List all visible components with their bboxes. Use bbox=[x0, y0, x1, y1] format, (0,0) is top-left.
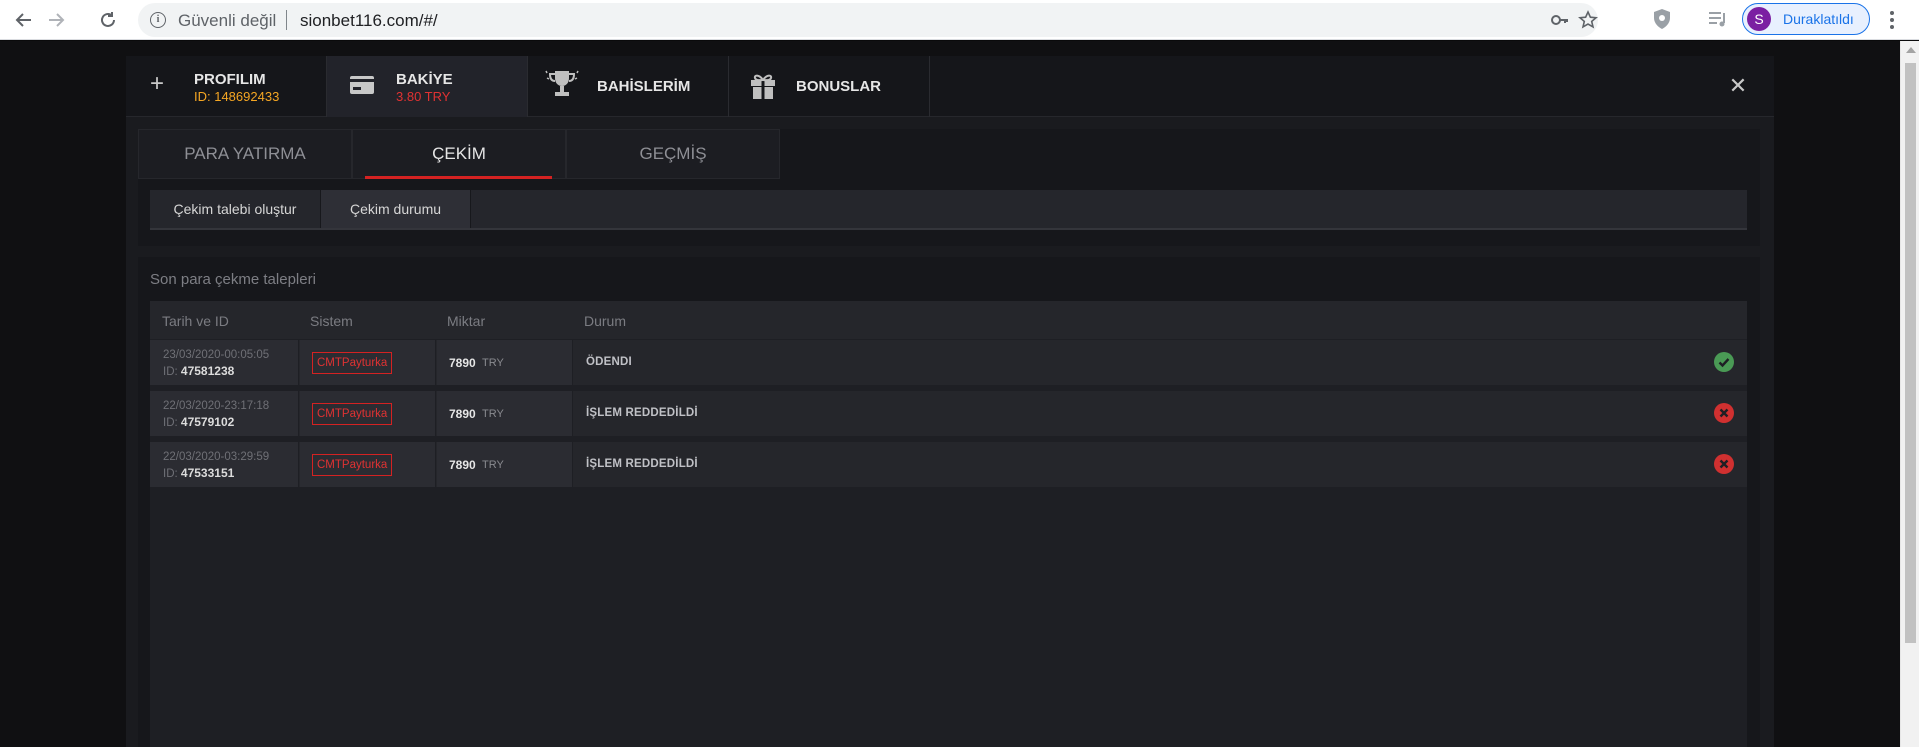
security-label[interactable]: Güvenli değil bbox=[178, 11, 276, 31]
status-text: ÖDENDI bbox=[586, 356, 632, 368]
amount-currency: TRY bbox=[482, 357, 504, 369]
amount-value: 7890 bbox=[449, 458, 476, 472]
tab-balance-title: BAKİYE bbox=[396, 71, 453, 88]
amount-value: 7890 bbox=[449, 356, 476, 370]
menu-kebab-icon[interactable] bbox=[1882, 6, 1902, 34]
withdraw-subtabs: Çekim talebi oluştur Çekim durumu bbox=[150, 190, 1747, 230]
back-arrow-icon[interactable] bbox=[10, 6, 38, 34]
cell-amount: 7890 TRY bbox=[437, 391, 573, 436]
tab-history[interactable]: GEÇMİŞ bbox=[566, 129, 780, 179]
subtab-request-status[interactable]: Çekim durumu bbox=[321, 190, 471, 228]
scroll-thumb[interactable] bbox=[1905, 63, 1916, 643]
address-separator bbox=[286, 10, 287, 30]
tab-bonuses[interactable]: BONUSLAR bbox=[729, 56, 930, 117]
cell-date-id: 22/03/2020-03:29:59 ID: 47533151 bbox=[150, 442, 299, 487]
table-header: Tarih ve ID Sistem Miktar Durum bbox=[150, 301, 1747, 339]
profile-status-label: Duraklatıldı bbox=[1783, 11, 1854, 27]
tab-my-bets[interactable]: BAHİSLERİM bbox=[528, 56, 729, 117]
cell-system: CMTPayturka bbox=[300, 442, 436, 487]
account-modal: + PROFILIM ID: 148692433 BAKİYE 3.80 TRY… bbox=[126, 56, 1774, 747]
active-tab-indicator bbox=[365, 176, 552, 179]
shield-extension-icon[interactable] bbox=[1650, 7, 1674, 31]
profile-button[interactable]: S Duraklatıldı bbox=[1742, 3, 1870, 35]
scroll-up-arrow-icon[interactable] bbox=[1906, 47, 1916, 53]
modal-header: + PROFILIM ID: 148692433 BAKİYE 3.80 TRY… bbox=[126, 56, 1774, 117]
tab-bonuses-title: BONUSLAR bbox=[796, 78, 881, 95]
request-id: ID: 47579102 bbox=[163, 415, 235, 429]
trophy-icon bbox=[544, 68, 580, 105]
column-date-id: Tarih ve ID bbox=[162, 313, 229, 329]
tab-withdraw[interactable]: ÇEKİM bbox=[352, 129, 566, 179]
tab-profile[interactable]: + PROFILIM ID: 148692433 bbox=[126, 56, 327, 117]
tab-balance[interactable]: BAKİYE 3.80 TRY bbox=[327, 56, 528, 117]
close-circle-icon bbox=[1714, 403, 1734, 423]
tab-profile-id: ID: 148692433 bbox=[194, 89, 280, 104]
tab-profile-title: PROFILIM bbox=[194, 71, 266, 88]
table-row[interactable]: 22/03/2020-23:17:18 ID: 47579102 CMTPayt… bbox=[150, 391, 1747, 436]
column-amount: Miktar bbox=[447, 313, 486, 329]
cell-date-id: 23/03/2020-00:05:05 ID: 47581238 bbox=[150, 340, 299, 385]
amount-currency: TRY bbox=[482, 408, 504, 420]
amount-value: 7890 bbox=[449, 407, 476, 421]
amount-currency: TRY bbox=[482, 459, 504, 471]
section-title: Son para çekme talepleri bbox=[150, 271, 316, 288]
key-icon[interactable] bbox=[1550, 10, 1570, 35]
request-date: 23/03/2020-00:05:05 bbox=[163, 349, 270, 361]
close-icon[interactable]: ✕ bbox=[1726, 74, 1750, 98]
request-date: 22/03/2020-03:29:59 bbox=[163, 451, 270, 463]
page-scrollbar[interactable] bbox=[1900, 41, 1919, 747]
forward-arrow-icon[interactable] bbox=[42, 6, 70, 34]
system-badge: CMTPayturka bbox=[312, 454, 393, 476]
cell-system: CMTPayturka bbox=[300, 391, 436, 436]
check-circle-icon bbox=[1714, 352, 1734, 372]
table-row[interactable]: 23/03/2020-00:05:05 ID: 47581238 CMTPayt… bbox=[150, 340, 1747, 385]
tab-my-bets-title: BAHİSLERİM bbox=[597, 78, 691, 95]
gift-icon bbox=[749, 72, 777, 105]
withdraw-requests-panel: Son para çekme talepleri Tarih ve ID Sis… bbox=[138, 257, 1760, 747]
system-badge: CMTPayturka bbox=[312, 352, 393, 374]
star-bookmark-icon[interactable] bbox=[1578, 10, 1598, 35]
status-text: İŞLEM REDDEDİLDİ bbox=[586, 458, 698, 470]
column-status: Durum bbox=[584, 313, 627, 329]
tab-deposit[interactable]: PARA YATIRMA bbox=[138, 129, 352, 179]
cell-amount: 7890 TRY bbox=[437, 340, 573, 385]
plus-icon: + bbox=[150, 70, 165, 97]
table-row[interactable]: 22/03/2020-03:29:59 ID: 47533151 CMTPayt… bbox=[150, 442, 1747, 487]
request-id: ID: 47581238 bbox=[163, 364, 235, 378]
request-date: 22/03/2020-23:17:18 bbox=[163, 400, 270, 412]
column-system: Sistem bbox=[310, 313, 353, 329]
cell-amount: 7890 TRY bbox=[437, 442, 573, 487]
status-text: İŞLEM REDDEDİLDİ bbox=[586, 407, 698, 419]
cell-date-id: 22/03/2020-23:17:18 ID: 47579102 bbox=[150, 391, 299, 436]
reload-icon[interactable] bbox=[94, 6, 122, 34]
subtab-create-request[interactable]: Çekim talebi oluştur bbox=[150, 190, 321, 228]
url-text[interactable]: sionbet116.com/#/ bbox=[300, 11, 438, 31]
withdraw-panel: PARA YATIRMA ÇEKİM GEÇMİŞ Çekim talebi o… bbox=[138, 129, 1760, 246]
avatar: S bbox=[1747, 7, 1771, 31]
wallet-icon bbox=[349, 75, 375, 100]
browser-toolbar: i Güvenli değil sionbet116.com/#/ S Dura… bbox=[0, 0, 1919, 40]
page-background: + PROFILIM ID: 148692433 BAKİYE 3.80 TRY… bbox=[0, 41, 1900, 747]
tab-balance-amount: 3.80 TRY bbox=[396, 89, 451, 104]
system-badge: CMTPayturka bbox=[312, 403, 393, 425]
media-playlist-icon[interactable] bbox=[1706, 7, 1730, 31]
address-bar[interactable]: i Güvenli değil sionbet116.com/#/ bbox=[138, 3, 1598, 37]
withdraw-requests-table: Tarih ve ID Sistem Miktar Durum 23/03/20… bbox=[150, 301, 1747, 747]
cell-system: CMTPayturka bbox=[300, 340, 436, 385]
request-id: ID: 47533151 bbox=[163, 466, 235, 480]
close-circle-icon bbox=[1714, 454, 1734, 474]
info-icon[interactable]: i bbox=[150, 12, 166, 28]
